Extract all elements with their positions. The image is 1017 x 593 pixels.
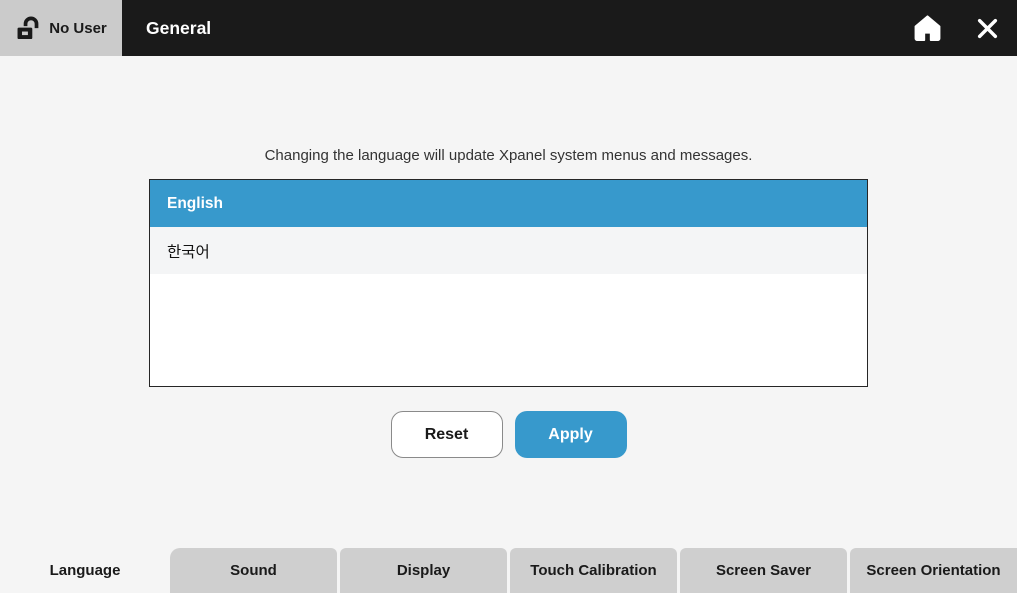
top-bar: No User General	[0, 0, 1017, 56]
tab-touch-calibration[interactable]: Touch Calibration	[510, 548, 677, 593]
tab-sound[interactable]: Sound	[170, 548, 337, 593]
lock-open-icon	[15, 15, 42, 42]
action-buttons: Reset Apply	[0, 411, 1017, 458]
tab-group: Sound Display Touch Calibration Screen S…	[170, 548, 1017, 593]
tab-language[interactable]: Language	[0, 548, 170, 593]
close-icon	[974, 15, 1001, 42]
tab-display[interactable]: Display	[340, 548, 507, 593]
language-option-korean[interactable]: 한국어	[150, 227, 867, 274]
page-title: General	[146, 18, 909, 39]
language-option-label: English	[167, 195, 223, 213]
tab-screen-saver[interactable]: Screen Saver	[680, 548, 847, 593]
home-icon	[911, 13, 944, 44]
user-status-button[interactable]: No User	[0, 0, 122, 56]
topbar-actions	[909, 11, 1017, 46]
language-option-english[interactable]: English	[150, 180, 867, 227]
user-status-label: No User	[49, 20, 107, 37]
language-change-message: Changing the language will update Xpanel…	[0, 147, 1017, 164]
home-button[interactable]	[909, 11, 946, 46]
tab-screen-orientation[interactable]: Screen Orientation	[850, 548, 1017, 593]
language-option-label: 한국어	[167, 240, 210, 262]
reset-button[interactable]: Reset	[391, 411, 503, 458]
language-list: English 한국어	[149, 179, 868, 387]
close-button[interactable]	[972, 13, 1003, 44]
apply-button[interactable]: Apply	[515, 411, 627, 458]
main-content: Changing the language will update Xpanel…	[0, 56, 1017, 458]
settings-tab-bar: Language Sound Display Touch Calibration…	[0, 548, 1017, 593]
